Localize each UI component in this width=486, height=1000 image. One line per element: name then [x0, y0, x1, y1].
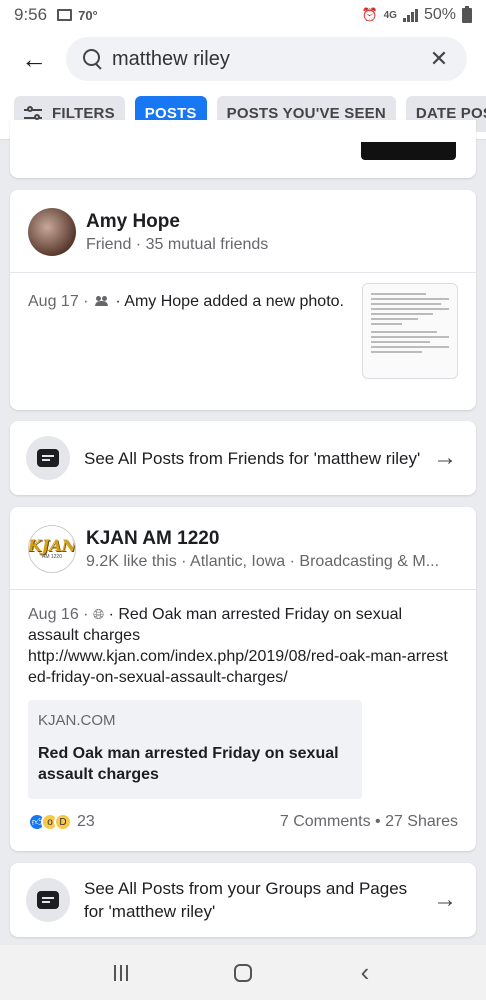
- image-notification-icon: [57, 9, 73, 21]
- battery-icon: [462, 5, 472, 23]
- back-arrow-icon[interactable]: ←: [12, 39, 56, 79]
- haha-reaction-icon: D: [54, 813, 72, 831]
- status-bar: 9:56 70° ⏰ 4G 50%: [0, 0, 486, 30]
- link-title: Red Oak man arrested Friday on sexual as…: [38, 745, 339, 783]
- network-type: 4G: [383, 9, 397, 21]
- page-row[interactable]: KJAN AM 1220 KJAN AM 1220 9.2K like this…: [10, 507, 476, 573]
- post-row[interactable]: Aug 17 · · Amy Hope added a new photo.: [10, 273, 476, 379]
- android-nav-bar: ‹: [0, 945, 486, 1000]
- page-name[interactable]: KJAN AM 1220: [86, 528, 439, 550]
- posts-icon: [26, 878, 70, 922]
- kjan-logo[interactable]: KJAN AM 1220: [28, 525, 76, 573]
- post-photo-thumbnail[interactable]: [362, 283, 458, 379]
- profile-row[interactable]: Amy Hope Friend · 35 mutual friends: [10, 190, 476, 256]
- filters-icon: [24, 105, 44, 121]
- reaction-count: 23: [77, 813, 95, 830]
- see-all-groups-label: See All Posts from your Groups and Pages…: [84, 879, 408, 921]
- status-time: 9:56: [14, 5, 48, 24]
- result-card-amy-hope[interactable]: Amy Hope Friend · 35 mutual friends Aug …: [10, 190, 476, 410]
- avatar[interactable]: [28, 208, 76, 256]
- result-card-kjan[interactable]: KJAN AM 1220 KJAN AM 1220 9.2K like this…: [10, 507, 476, 851]
- friends-audience-icon: [94, 296, 109, 306]
- page-subtitle: 9.2K like this · Atlantic, Iowa · Broadc…: [86, 552, 440, 570]
- post-row[interactable]: Aug 16 · 🌐︎ · Red Oak man arrested Frida…: [10, 590, 476, 688]
- post-link[interactable]: http://www.kjan.com/index.php/2019/08/re…: [28, 646, 448, 688]
- back-chevron-icon: ‹: [360, 957, 370, 987]
- signal-icon: [402, 8, 418, 22]
- reactions-row[interactable]: 👍︎ o D 23 7 Comments • 27 Shares: [10, 799, 476, 831]
- home-icon: [234, 963, 252, 982]
- see-all-friends-posts[interactable]: See All Posts from Friends for 'matthew …: [10, 421, 476, 495]
- link-preview-card[interactable]: KJAN.COM Red Oak man arrested Friday on …: [28, 700, 362, 799]
- search-header: ← matthew riley ✕: [0, 30, 486, 88]
- globe-icon: 🌐︎: [92, 606, 105, 622]
- search-icon: [82, 48, 104, 70]
- profile-name[interactable]: Amy Hope: [86, 211, 268, 233]
- home-button[interactable]: [223, 953, 263, 993]
- profile-subtitle: Friend · 35 mutual friends: [86, 235, 269, 253]
- previous-result-card[interactable]: [10, 120, 476, 178]
- arrow-right-icon: →: [433, 886, 457, 913]
- alarm-icon: ⏰: [361, 7, 378, 22]
- arrow-right-icon: →: [433, 444, 457, 471]
- post-text: · Amy Hope added a new photo.: [115, 293, 344, 310]
- search-input[interactable]: matthew riley ✕: [66, 37, 467, 81]
- battery-percent: 50%: [423, 6, 456, 23]
- post-date: Aug 16 ·: [28, 606, 89, 623]
- link-domain: KJAN.COM: [38, 712, 116, 729]
- previous-result-thumbnail: [361, 142, 456, 160]
- back-button[interactable]: ‹: [345, 953, 385, 993]
- comments-shares[interactable]: 7 Comments • 27 Shares: [280, 813, 458, 831]
- clear-search-icon[interactable]: ✕: [427, 46, 451, 72]
- recent-apps-icon: [114, 964, 128, 981]
- status-temperature: 70°: [78, 7, 98, 23]
- post-date: Aug 17 ·: [28, 293, 89, 310]
- see-all-groups-posts[interactable]: See All Posts from your Groups and Pages…: [10, 863, 476, 937]
- search-query[interactable]: matthew riley: [112, 48, 427, 71]
- recent-apps-button[interactable]: [101, 953, 141, 993]
- posts-icon: [26, 436, 70, 480]
- see-all-friends-label: See All Posts from Friends for 'matthew …: [84, 448, 421, 468]
